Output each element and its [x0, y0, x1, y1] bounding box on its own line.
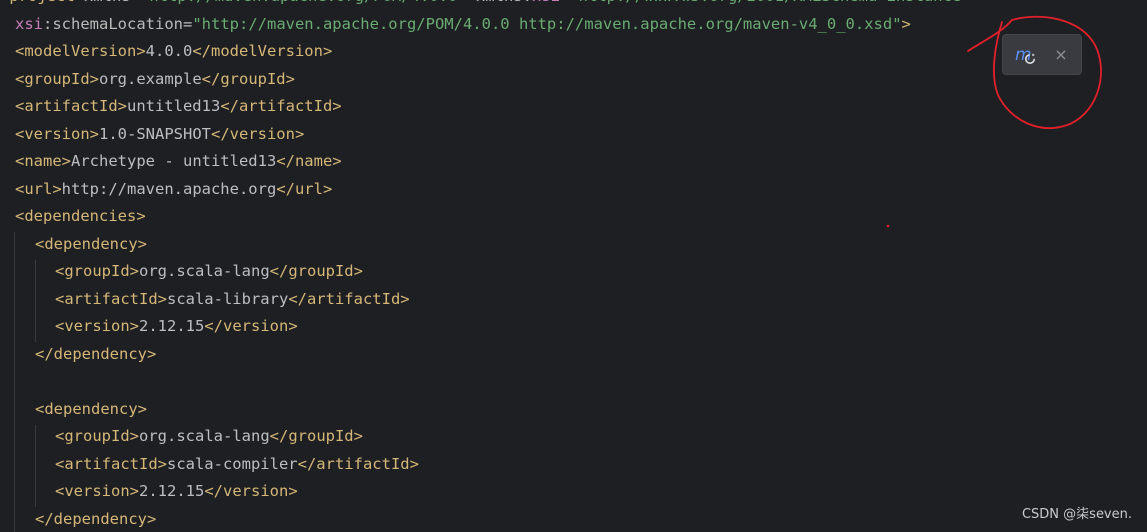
code-token: > — [901, 14, 911, 33]
code-token: xsi — [15, 14, 43, 33]
code-token: </version> — [204, 317, 298, 335]
code-line[interactable]: <version>2.12.15</version> — [55, 478, 298, 506]
code-token: <url> — [15, 179, 62, 198]
code-token: </url> — [276, 179, 333, 198]
code-token: 2.12.15 — [139, 482, 205, 500]
code-token: untitled13 — [126, 97, 221, 115]
code-line[interactable]: <version>2.12.15</version> — [55, 313, 298, 341]
code-token: </dependency> — [35, 509, 157, 528]
code-token: </version> — [204, 482, 298, 500]
code-token: "http://www.w3.org/2001/XMLSchema-instan… — [569, 0, 970, 5]
code-line[interactable]: <artifactId>scala-library</artifactId> — [55, 286, 410, 314]
code-token: xsi — [532, 0, 560, 5]
code-line[interactable]: <project xmlns="http://maven.apache.org/… — [0, 0, 971, 11]
code-line[interactable]: <groupId>org.scala-lang</groupId> — [55, 423, 363, 451]
code-token: </artifactId> — [297, 454, 419, 473]
code-token: <groupId> — [55, 262, 139, 280]
code-token: "http://maven.apache.org/POM/4.0.0 http:… — [192, 14, 902, 33]
code-token: scala-compiler — [166, 454, 298, 473]
code-token: 4.0.0 — [145, 42, 193, 60]
code-token: :schemaLocation — [43, 14, 183, 33]
code-token: <version> — [15, 124, 99, 143]
red-annotation-dot — [886, 224, 890, 228]
code-token: xmlns — [84, 0, 131, 5]
code-line[interactable]: <dependencies> — [15, 203, 146, 231]
code-token: http://maven.apache.org — [61, 179, 277, 198]
watermark: CSDN @柒seven. — [1021, 507, 1132, 522]
code-token: </groupId> — [269, 427, 363, 445]
indent-guide — [14, 232, 15, 532]
code-line[interactable]: <groupId>org.example</groupId> — [15, 66, 295, 94]
code-token: org.scala-lang — [139, 262, 270, 280]
code-token: </modelVersion> — [192, 42, 333, 60]
code-editor[interactable]: <project xmlns="http://maven.apache.org/… — [0, 0, 1147, 532]
close-popup-button[interactable]: × — [1050, 43, 1072, 67]
code-token: </groupId> — [269, 262, 363, 280]
code-line[interactable]: </dependency> — [35, 341, 156, 369]
code-token: </groupId> — [201, 69, 295, 88]
code-token: </name> — [276, 152, 342, 170]
code-token: <dependency> — [35, 399, 147, 418]
code-line[interactable]: <groupId>org.scala-lang</groupId> — [55, 258, 363, 286]
code-line[interactable]: </dependency> — [35, 506, 156, 532]
code-token: "http://maven.apache.org/POM/4.0.0" — [140, 0, 467, 5]
code-token: </artifactId> — [220, 97, 342, 115]
code-line[interactable]: <version>1.0-SNAPSHOT</version> — [15, 121, 304, 149]
code-token: xmlns: — [476, 0, 532, 5]
close-icon: × — [1054, 45, 1068, 64]
code-token: </dependency> — [35, 344, 157, 363]
code-token: <groupId> — [15, 69, 99, 88]
code-token: <project — [0, 0, 84, 5]
code-token: = — [131, 0, 140, 5]
code-token: = — [560, 0, 569, 5]
code-line[interactable]: <name>Archetype - untitled13</name> — [15, 148, 342, 176]
maven-reload-popup: m × — [1002, 34, 1082, 75]
code-token: <artifactId> — [55, 289, 167, 308]
code-line[interactable]: <modelVersion>4.0.0</modelVersion> — [15, 38, 332, 66]
code-line[interactable]: xsi:schemaLocation="http://maven.apache.… — [15, 11, 911, 39]
code-line[interactable]: <dependency> — [35, 396, 147, 424]
indent-guide — [35, 260, 36, 342]
code-token: <modelVersion> — [15, 42, 146, 60]
code-token: 2.12.15 — [139, 317, 205, 335]
code-token: </version> — [210, 124, 305, 143]
code-line[interactable]: <url>http://maven.apache.org</url> — [15, 176, 332, 204]
code-line[interactable]: <artifactId>untitled13</artifactId> — [15, 93, 342, 121]
maven-reload-button[interactable]: m — [1013, 43, 1041, 67]
code-token: </artifactId> — [288, 289, 410, 308]
code-token: <version> — [55, 482, 139, 500]
code-token: = — [182, 14, 193, 33]
code-line[interactable]: <artifactId>scala-compiler</artifactId> — [55, 451, 419, 479]
code-token: <version> — [55, 317, 139, 335]
code-token: scala-library — [166, 289, 289, 308]
indent-guide — [35, 425, 36, 507]
code-token: 1.0-SNAPSHOT — [99, 124, 211, 143]
maven-reload-icon: m — [1015, 45, 1035, 65]
code-token: <name> — [15, 152, 71, 170]
code-token: <dependency> — [35, 234, 147, 253]
code-token: <groupId> — [55, 427, 139, 445]
code-line[interactable]: <dependency> — [35, 231, 147, 259]
code-token: <artifactId> — [55, 454, 167, 473]
code-token: Archetype - untitled13 — [71, 152, 277, 170]
code-token: <artifactId> — [15, 97, 127, 115]
code-token: org.example — [99, 69, 202, 88]
code-token: org.scala-lang — [139, 427, 270, 445]
code-token: <dependencies> — [15, 207, 146, 225]
